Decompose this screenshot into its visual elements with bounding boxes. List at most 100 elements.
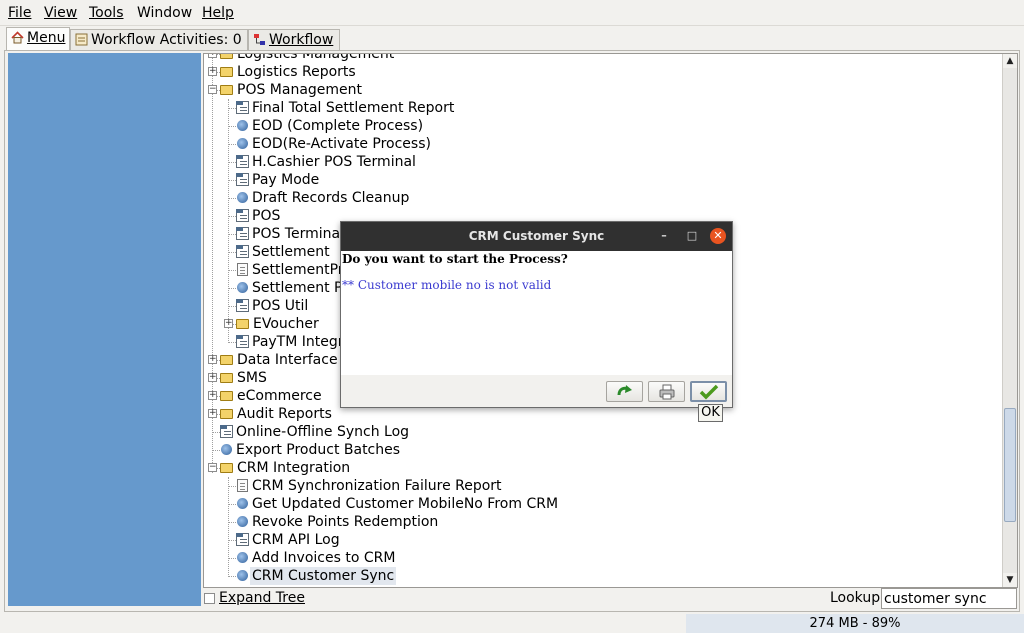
print-button[interactable] <box>648 381 685 402</box>
expand-tree-checkbox[interactable] <box>204 593 215 604</box>
tree-item[interactable]: − CRM Integration <box>208 459 350 477</box>
tree-item[interactable]: Pay Mode <box>228 171 319 189</box>
minimize-icon[interactable]: – <box>657 229 671 243</box>
expand-icon[interactable]: + <box>208 355 217 364</box>
window-icon <box>236 335 249 348</box>
tree-item[interactable]: Revoke Points Redemption <box>228 513 438 531</box>
tree-line <box>228 288 236 289</box>
dialog-title: CRM Customer Sync <box>468 229 605 243</box>
menu-help[interactable]: Help <box>202 5 234 21</box>
tree-item[interactable]: Online-Offline Synch Log <box>212 423 409 441</box>
menu-tools[interactable]: Tools <box>89 5 124 21</box>
tree-line <box>228 270 236 271</box>
ok-button[interactable] <box>690 381 727 402</box>
tree-line <box>228 252 236 253</box>
maximize-icon[interactable]: □ <box>685 229 699 243</box>
tree-line <box>228 234 236 235</box>
expand-icon[interactable]: + <box>224 319 233 328</box>
tree-item[interactable]: CRM API Log <box>228 531 340 549</box>
tree-item[interactable]: Get Updated Customer MobileNo From CRM <box>228 495 559 513</box>
tree-item[interactable]: Draft Records Cleanup <box>228 189 409 207</box>
expand-icon[interactable]: + <box>208 67 217 76</box>
window-icon <box>236 209 249 222</box>
expand-icon[interactable]: + <box>208 391 217 400</box>
tree-item[interactable]: PayTM Integra <box>228 333 352 351</box>
expand-icon[interactable]: + <box>208 409 217 418</box>
window-icon <box>236 155 249 168</box>
tree-item-label: SMS <box>237 370 267 386</box>
tree-item[interactable]: CRM Customer Sync <box>228 567 397 585</box>
tree-item[interactable]: POS Util <box>228 297 308 315</box>
tree-item-label: Get Updated Customer MobileNo From CRM <box>252 496 559 512</box>
tab-strip: Menu Workflow Activities: 0 Workflow <box>0 26 1024 50</box>
dialog-titlebar[interactable]: CRM Customer Sync – □ ✕ <box>341 222 732 251</box>
crm-customer-sync-dialog: CRM Customer Sync – □ ✕ Do you want to s… <box>340 221 733 408</box>
memory-status[interactable]: 274 MB - 89% <box>686 614 1024 633</box>
tree-line <box>228 108 236 109</box>
dialog-question: Do you want to start the Process? <box>342 252 568 266</box>
tree-item[interactable]: Final Total Settlement Report <box>228 99 455 117</box>
collapse-icon[interactable]: − <box>208 463 217 472</box>
close-icon[interactable]: ✕ <box>710 228 726 244</box>
forward-arrow-icon <box>617 385 632 396</box>
tree-scrollbar[interactable]: ▲ ▼ <box>1002 54 1017 587</box>
collapse-icon[interactable]: − <box>208 85 217 94</box>
tree-item[interactable]: H.Cashier POS Terminal <box>228 153 416 171</box>
tree-item[interactable]: + Logistics Reports <box>208 63 356 81</box>
window-icon <box>236 173 249 186</box>
tree-item[interactable]: Add Invoices to CRM <box>228 549 396 567</box>
tree-item-label: POS Management <box>237 82 363 98</box>
tree-item[interactable]: + Data Interface <box>208 351 338 369</box>
lookup-text: Lookup <box>830 590 881 606</box>
tree-item[interactable]: CRM Synchronization Failure Report <box>228 477 502 495</box>
tab-menu-label: Menu <box>27 30 66 46</box>
tree-item[interactable]: SettlementPr <box>228 261 344 279</box>
scroll-thumb[interactable] <box>1004 408 1016 522</box>
lookup-input[interactable] <box>881 588 1017 609</box>
tab-workflow[interactable]: Workflow <box>248 29 340 50</box>
tab-workflow-activities[interactable]: Workflow Activities: 0 <box>70 29 248 50</box>
tree-item[interactable]: + EVoucher <box>224 315 319 333</box>
folder-icon <box>220 409 233 419</box>
tree-item-label: Export Product Batches <box>236 442 401 458</box>
folder-icon <box>220 67 233 77</box>
expand-icon[interactable]: + <box>208 373 217 382</box>
scroll-up-arrow-icon[interactable]: ▲ <box>1003 54 1017 68</box>
scroll-down-arrow-icon[interactable]: ▼ <box>1003 573 1017 587</box>
tree-line <box>228 558 236 559</box>
tree-item[interactable]: + eCommerce <box>208 387 322 405</box>
tree-line <box>212 450 220 451</box>
menu-file[interactable]: File <box>8 5 31 21</box>
menu-window[interactable]: Window <box>137 5 192 21</box>
process-button[interactable] <box>606 381 643 402</box>
tree-item[interactable]: Settlement <box>228 243 330 261</box>
report-icon <box>237 263 248 276</box>
menu-view[interactable]: View <box>44 5 77 21</box>
tree-item[interactable]: Settlement Pr <box>228 279 348 297</box>
tree-item-label: CRM API Log <box>252 532 340 548</box>
tree-line <box>228 126 236 127</box>
tree-item[interactable]: − POS Management <box>208 81 363 99</box>
tree-item-label: Settlement Pr <box>252 280 348 296</box>
tab-menu[interactable]: Menu <box>6 27 70 50</box>
tree-item[interactable]: + SMS <box>208 369 267 387</box>
tree-item[interactable]: POS <box>228 207 280 225</box>
tree-item[interactable]: Export Product Batches <box>212 441 401 459</box>
process-icon <box>237 120 248 131</box>
tree-item[interactable]: EOD (Complete Process) <box>228 117 423 135</box>
tree-item-label: POS Terminal <box>252 226 344 242</box>
tree-item-label: Add Invoices to CRM <box>252 550 396 566</box>
tree-item[interactable]: + Logistics Management <box>208 54 394 63</box>
tree-item[interactable]: EOD(Re-Activate Process) <box>228 135 431 153</box>
tree-line <box>212 432 220 433</box>
expand-icon[interactable]: + <box>208 54 217 58</box>
tree-item-label: Audit Reports <box>237 406 332 422</box>
folder-icon <box>220 355 233 365</box>
tree-item-label: CRM Synchronization Failure Report <box>252 478 502 494</box>
tree-line <box>228 540 236 541</box>
tree-line <box>228 180 236 181</box>
tree-item[interactable]: POS Terminal <box>228 225 344 243</box>
tree-item-label: Final Total Settlement Report <box>252 100 455 116</box>
tree-line <box>228 198 236 199</box>
tree-item[interactable]: + Audit Reports <box>208 405 332 423</box>
